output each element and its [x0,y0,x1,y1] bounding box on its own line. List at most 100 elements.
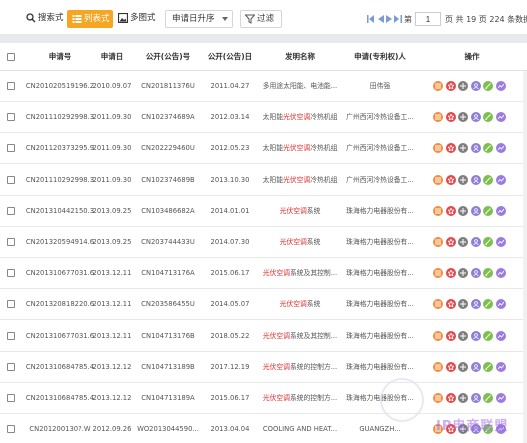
cell-title[interactable]: 光伏空调系统 [258,227,342,258]
last-page-icon[interactable] [394,15,402,23]
plus-icon[interactable] [458,112,469,123]
table-row[interactable]: CN201320818220.6 2013.12.11 CN203586455U 20… [0,289,527,321]
user-icon[interactable] [470,174,481,185]
plus-icon[interactable] [458,174,469,185]
plus-icon[interactable] [458,237,469,247]
cell-title[interactable]: 光伏空调系统 [258,289,342,320]
cell-pub-no[interactable]: CN104713176B [132,321,204,352]
cell-pub-no[interactable]: CN102374689A [132,102,204,133]
edit-icon[interactable] [483,268,494,279]
cell-app-no[interactable]: CN201310684785.4 [16,352,104,383]
list-icon[interactable] [433,81,443,91]
select-all-checkbox[interactable] [7,53,15,61]
user-icon[interactable] [470,81,481,91]
table-row[interactable]: CN201310684785.4 2013.12.12 CN104713189A 20… [0,383,527,414]
cell-title[interactable]: 光伏空调系统及其控制... [258,321,342,352]
list-icon[interactable] [433,143,443,154]
star-icon[interactable] [445,143,456,154]
table-row[interactable]: CN201020519196.2 2010.09.07 CN201811376U 20… [0,71,527,102]
edit-icon[interactable] [483,299,494,310]
row-checkbox[interactable] [7,362,15,371]
next-page-icon[interactable] [386,15,392,23]
cell-app-no[interactable]: CN201110292998.3 [16,102,104,133]
star-icon[interactable] [445,361,456,372]
user-icon[interactable] [470,393,481,403]
sort-select[interactable]: 申请日升序 [165,10,233,28]
trend-icon[interactable] [496,143,506,154]
list-icon[interactable] [433,299,443,310]
cell-pub-no[interactable]: CN201811376U [132,71,204,102]
plus-icon[interactable] [458,330,469,341]
cell-pub-no[interactable]: CN103486682A [132,196,204,227]
list-icon[interactable] [433,361,443,372]
cell-title[interactable]: 太阳能光伏空调冷热机组 [258,102,342,133]
cell-app-no[interactable]: CN201320818220.6 [16,289,104,320]
cell-pub-no[interactable]: CN104713176A [132,258,204,289]
trend-icon[interactable] [496,174,506,185]
edit-icon[interactable] [483,205,494,216]
header-pub-no[interactable]: 公开(公告)号 [132,43,204,71]
header-app-date[interactable]: 申请日 [92,43,132,71]
star-icon[interactable] [445,81,456,91]
edit-icon[interactable] [483,330,494,341]
cell-app-no[interactable]: CN201120373295.9 [16,133,104,164]
cell-title[interactable]: 多用途太阳能、电池能... [258,71,342,102]
user-icon[interactable] [470,361,481,372]
cell-app-no[interactable]: CN201310442150.3 [16,196,104,227]
grid-view-button[interactable]: 多图式 [114,10,162,28]
table-row[interactable]: CN201320594914.6 2013.09.25 CN203744433U 20… [0,227,527,258]
cell-pub-no[interactable]: CN104713189A [132,383,204,414]
cell-pub-no[interactable]: CN203744433U [132,227,204,258]
plus-icon[interactable] [458,393,469,403]
filter-button[interactable]: 过滤 [240,10,282,28]
table-row[interactable]: CN201110292998.3 2011.09.30 CN102374689A 20… [0,102,527,134]
row-checkbox[interactable] [7,175,15,184]
header-title[interactable]: 发明名称 [258,43,342,71]
user-icon[interactable] [470,205,481,216]
header-pub-date[interactable]: 公开(公告)日 [202,43,258,71]
user-icon[interactable] [470,299,481,310]
cell-app-no[interactable]: CN201320594914.6 [16,227,104,258]
trend-icon[interactable] [496,330,506,341]
user-icon[interactable] [470,330,481,341]
plus-icon[interactable] [458,143,469,154]
star-icon[interactable] [445,330,456,341]
edit-icon[interactable] [483,393,494,403]
list-icon[interactable] [433,112,443,123]
list-icon[interactable] [433,330,443,341]
edit-icon[interactable] [483,237,494,247]
table-row[interactable]: CN201310677031.6 2013.12.11 CN104713176A 20… [0,258,527,290]
plus-icon[interactable] [458,205,469,216]
user-icon[interactable] [470,268,481,279]
cell-app-no[interactable]: CN201310677031.6 [16,258,104,289]
table-row[interactable]: CN201310677031.6 2013.12.11 CN104713176B 20… [0,321,527,352]
table-row[interactable]: CN201310442150.3 2013.09.25 CN103486682A 20… [0,196,527,227]
header-applicant[interactable]: 申请(专利权)人 [334,43,426,71]
row-checkbox[interactable] [7,331,15,340]
star-icon[interactable] [445,268,456,279]
row-checkbox[interactable] [7,82,15,90]
cell-app-no[interactable]: CN201200130?.W [16,414,104,443]
search-view-button[interactable]: 搜索式 [22,10,67,28]
star-icon[interactable] [445,393,456,403]
cell-pub-no[interactable]: CN102374689B [132,165,204,196]
cell-title[interactable]: 太阳能光伏空调冷热机组 [258,165,342,196]
cell-app-no[interactable]: CN201310684785.4 [16,383,104,414]
star-icon[interactable] [445,174,456,185]
user-icon[interactable] [470,112,481,123]
row-checkbox[interactable] [7,113,15,122]
plus-icon[interactable] [458,361,469,372]
table-row[interactable]: CN201310684785.4 2013.12.12 CN104713189B 20… [0,352,527,383]
cell-title[interactable]: 太阳能光伏空调冷热机组 [258,133,342,164]
user-icon[interactable] [470,143,481,154]
edit-icon[interactable] [483,174,494,185]
trend-icon[interactable] [496,81,506,91]
cell-title[interactable]: 光伏空调系统 [258,196,342,227]
cell-title[interactable]: COOLING AND HEAT... [258,414,342,443]
edit-icon[interactable] [483,112,494,123]
trend-icon[interactable] [496,361,506,372]
row-checkbox[interactable] [7,269,15,278]
page-number-input[interactable] [415,12,441,26]
cell-app-no[interactable]: CN201110292998.3 [16,165,104,196]
list-icon[interactable] [433,237,443,247]
